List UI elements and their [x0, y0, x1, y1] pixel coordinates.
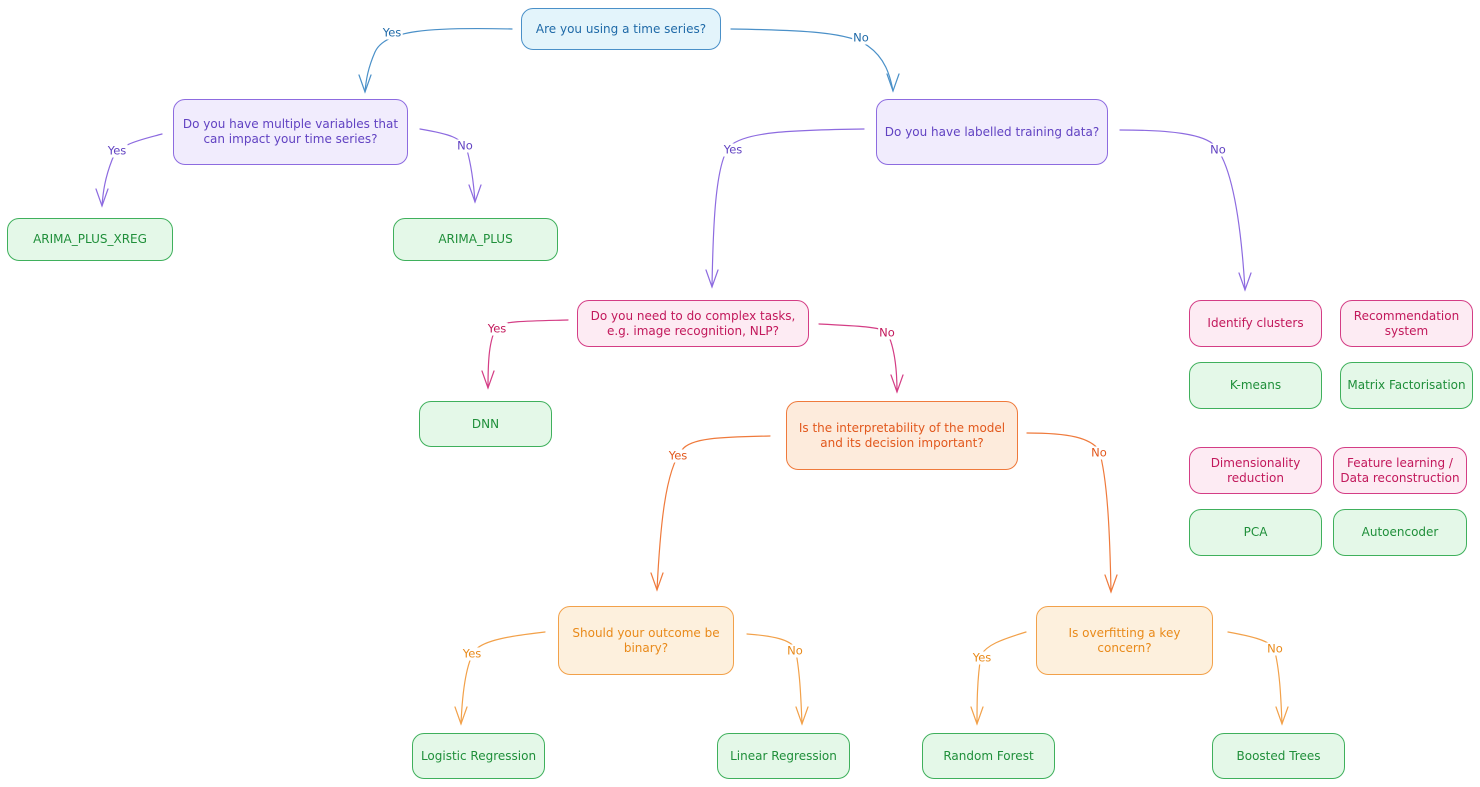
node-autoencoder[interactable]: Autoencoder [1333, 509, 1467, 556]
node-identify-clusters[interactable]: Identify clusters [1189, 300, 1322, 347]
edge-overfit-yes [976, 631, 1027, 725]
node-interpretability-question[interactable]: Is the interpretability of the model and… [786, 401, 1018, 470]
node-complex-tasks-question[interactable]: Do you need to do complex tasks, e.g. im… [577, 300, 809, 347]
node-overfitting-question[interactable]: Is overfitting a key concern? [1036, 606, 1213, 675]
edge-label-no: No [852, 30, 870, 45]
edge-label-no: No [1090, 445, 1108, 460]
edge-label-yes: Yes [461, 646, 483, 661]
node-binary-outcome-question[interactable]: Should your outcome be binary? [558, 606, 734, 675]
edge-label-no: No [1209, 142, 1227, 157]
node-boosted-trees[interactable]: Boosted Trees [1212, 733, 1345, 779]
edge-label-yes: Yes [486, 321, 508, 336]
node-linear-regression[interactable]: Linear Regression [717, 733, 850, 779]
node-labelled-data-question[interactable]: Do you have labelled training data? [876, 99, 1108, 165]
node-multiple-variables-question[interactable]: Do you have multiple variables that can … [173, 99, 408, 165]
node-matrix-factorisation[interactable]: Matrix Factorisation [1340, 362, 1473, 409]
node-time-series-question[interactable]: Are you using a time series? [521, 8, 721, 50]
edge-label-no: No [1266, 641, 1284, 656]
node-random-forest[interactable]: Random Forest [922, 733, 1055, 779]
node-arima-plus[interactable]: ARIMA_PLUS [393, 218, 558, 261]
edge-label-yes: Yes [667, 448, 689, 463]
node-pca[interactable]: PCA [1189, 509, 1322, 556]
edge-label-yes: Yes [106, 143, 128, 158]
edge-label-yes: Yes [971, 650, 993, 665]
edge-label-no: No [456, 138, 474, 153]
edge-label-yes: Yes [381, 25, 403, 40]
edge-label-no: No [878, 325, 896, 340]
decision-tree-canvas: Are you using a time series? Do you have… [0, 0, 1480, 787]
node-k-means[interactable]: K-means [1189, 362, 1322, 409]
node-dnn[interactable]: DNN [419, 401, 552, 447]
node-dimensionality-reduction[interactable]: Dimensionality reduction [1189, 447, 1322, 494]
edge-label-yes: Yes [722, 142, 744, 157]
node-logistic-regression[interactable]: Logistic Regression [412, 733, 545, 779]
node-arima-plus-xreg[interactable]: ARIMA_PLUS_XREG [7, 218, 173, 261]
node-feature-learning[interactable]: Feature learning / Data reconstruction [1333, 447, 1467, 494]
node-recommendation-system[interactable]: Recommendation system [1340, 300, 1473, 347]
edge-label-no: No [786, 643, 804, 658]
